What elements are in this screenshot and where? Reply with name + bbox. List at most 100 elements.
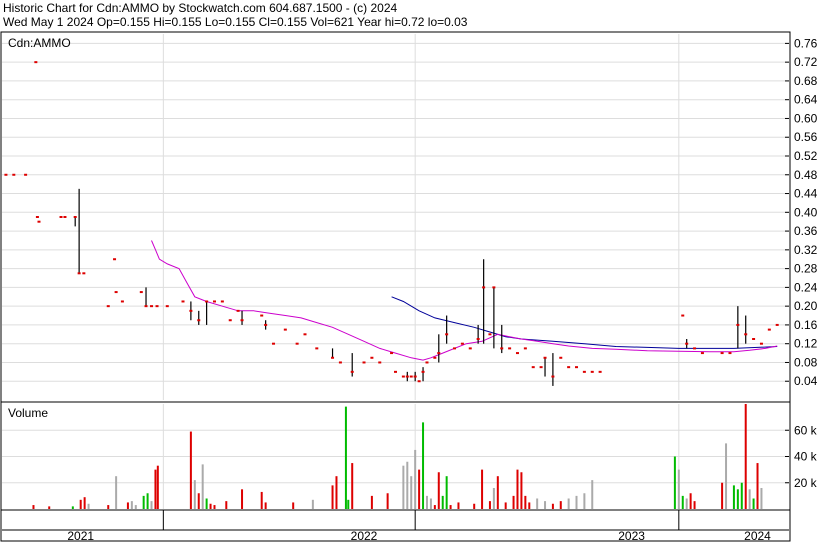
year-label: 2021 [67, 529, 94, 543]
price-tick-label: 0.16 [794, 318, 818, 332]
volume-bar [71, 506, 74, 509]
price-point [460, 342, 464, 345]
ma-short-line [151, 240, 778, 361]
moving-average-short [151, 240, 778, 361]
volume-bar [205, 498, 208, 509]
price-tick-label: 0.76 [794, 36, 818, 50]
price-point [150, 305, 154, 308]
volume-bar [406, 461, 409, 509]
volume-bar [685, 498, 688, 509]
price-point [331, 356, 335, 359]
volume-bar [429, 498, 432, 509]
price-tick-label: 0.24 [794, 280, 818, 294]
volume-bar [504, 502, 507, 509]
volume-bar [154, 469, 157, 509]
price-grid [2, 34, 789, 400]
price-point [350, 370, 354, 373]
volume-bar [681, 495, 684, 509]
volume-tick-label: 40 k [794, 450, 818, 464]
volume-bar [473, 503, 476, 509]
volume-bar [575, 495, 578, 509]
volume-bar [559, 501, 562, 509]
volume-bar [437, 472, 440, 509]
price-point [24, 173, 28, 176]
price-point [590, 370, 594, 373]
volume-bar [689, 493, 692, 509]
price-point [681, 314, 685, 317]
price-point [433, 356, 437, 359]
price-point [106, 305, 110, 308]
price-point [394, 370, 397, 373]
volume-bar [457, 502, 460, 509]
volume-bar [347, 499, 350, 509]
price-point [35, 216, 39, 218]
volume-bar [752, 498, 755, 509]
price-point [34, 61, 38, 64]
price-point [401, 375, 405, 378]
volume-tick-label: 60 k [794, 423, 818, 437]
price-point [417, 380, 421, 383]
price-point [390, 352, 394, 355]
volume-bar [414, 449, 417, 509]
time-axis-frame [0, 509, 791, 542]
stock-chart: 0.76 0.72 0.68 0.64 0.60 0.56 0.52 0.48 0.44 0.40… [0, 31, 818, 543]
volume-bar [744, 404, 747, 509]
volume-bar [433, 505, 436, 509]
volume-bar [492, 488, 495, 509]
volume-bar [756, 463, 759, 509]
volume-bar [402, 465, 405, 509]
price-point [752, 338, 756, 340]
price-point [155, 305, 159, 308]
price-point [205, 300, 209, 303]
volume-bar [225, 501, 228, 509]
price-tick-label: 0.36 [794, 224, 818, 238]
volume-panel-title: Volume [8, 406, 48, 420]
price-tick-label: 0.52 [794, 149, 818, 163]
price-point [476, 338, 480, 340]
price-point [492, 286, 496, 289]
price-point [181, 300, 185, 303]
price-point [370, 356, 374, 359]
volume-bar [79, 499, 82, 509]
price-tick-label: 0.12 [794, 337, 818, 351]
price-point [37, 220, 41, 223]
price-point [508, 347, 512, 350]
volume-bar [386, 493, 389, 509]
volume-bar [528, 502, 531, 509]
volume-bar [209, 503, 212, 509]
price-point [685, 342, 689, 345]
price-point [73, 216, 77, 218]
price-point [189, 309, 193, 312]
price-point [500, 347, 504, 350]
moving-average-long [391, 296, 778, 349]
price-point [165, 305, 169, 308]
volume-bar [536, 498, 539, 509]
price-tick-label: 0.64 [794, 93, 818, 107]
price-point [531, 366, 535, 369]
price-point [283, 328, 287, 331]
price-point [728, 352, 732, 355]
volume-bar [410, 476, 413, 509]
volume-bar [551, 503, 554, 509]
volume-bar [524, 495, 527, 509]
volume-bar [422, 422, 425, 509]
price-point [575, 366, 579, 369]
volume-bar [732, 485, 735, 509]
price-point [362, 361, 366, 364]
price-point [114, 291, 118, 294]
volume-bar [335, 476, 338, 509]
price-point [775, 323, 779, 326]
price-point [378, 361, 382, 364]
price-point [421, 370, 425, 373]
volume-bar [32, 505, 35, 509]
volume-bar [418, 469, 421, 509]
volume-bar [693, 501, 696, 509]
price-point [598, 370, 602, 373]
ma-long-line [391, 296, 778, 349]
volume-bar [197, 493, 200, 509]
volume-bar [496, 476, 499, 509]
volume-bar [107, 505, 110, 509]
volume-bar [748, 489, 751, 509]
volume-bar [83, 497, 86, 509]
price-point [212, 300, 216, 303]
